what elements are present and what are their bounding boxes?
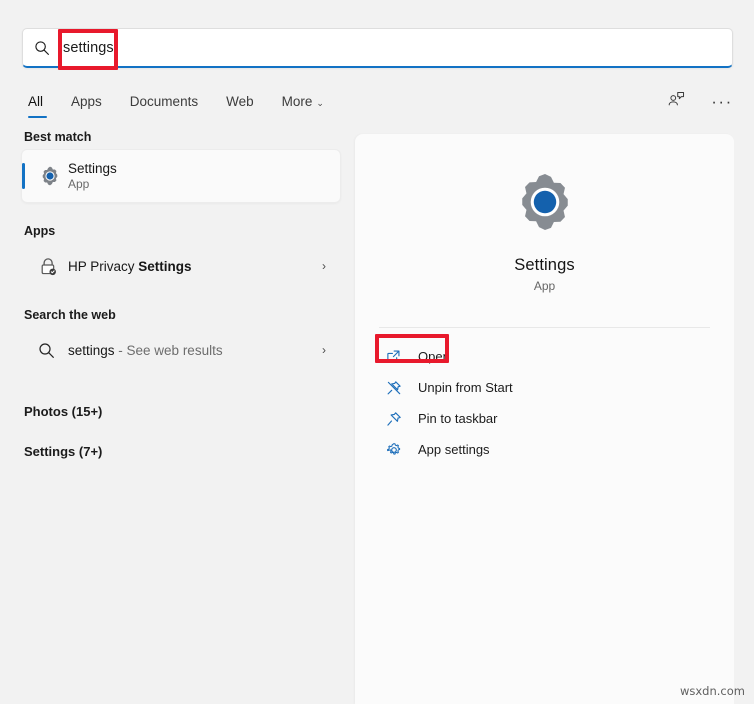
open-external-icon <box>385 349 402 364</box>
toolbar-actions: ··· <box>662 88 736 116</box>
section-heading-search-the-web: Search the web <box>24 308 350 322</box>
watermark: wsxdn.com <box>680 684 745 698</box>
preview-panel: Settings App Open <box>355 134 734 704</box>
open-action[interactable]: Open <box>355 341 734 372</box>
unpin-icon <box>385 380 402 396</box>
settings-gear-icon-large <box>510 167 580 242</box>
result-title-suffix: - See web results <box>115 343 223 358</box>
result-title: settings - See web results <box>68 342 223 359</box>
link-settings-count[interactable]: Settings (7+) <box>24 444 350 459</box>
open-action-label: Open <box>418 349 450 364</box>
preview-app-name: Settings <box>514 256 574 275</box>
tab-more[interactable]: More⌄ <box>268 92 338 119</box>
result-text-group: Settings App <box>68 160 117 192</box>
search-box[interactable]: settings <box>22 28 733 68</box>
pin-to-taskbar-label: Pin to taskbar <box>418 411 498 426</box>
result-subtitle: App <box>68 177 117 192</box>
preview-divider <box>379 327 710 328</box>
app-settings-label: App settings <box>418 442 490 457</box>
app-settings-action[interactable]: App settings <box>355 434 734 465</box>
tab-apps-label: Apps <box>71 94 102 109</box>
pin-to-taskbar-action[interactable]: Pin to taskbar <box>355 403 734 434</box>
result-title-match: Settings <box>138 259 191 274</box>
chevron-down-icon: ⌄ <box>316 98 324 108</box>
search-query-text: settings <box>63 40 114 56</box>
result-title: Settings <box>68 160 117 177</box>
person-speech-bubble-icon <box>667 90 686 114</box>
tab-apps[interactable]: Apps <box>57 92 116 119</box>
settings-gear-icon <box>38 164 68 188</box>
section-heading-apps: Apps <box>24 224 350 238</box>
tab-all[interactable]: All <box>24 92 57 119</box>
result-row-hp-privacy-settings[interactable]: HP Privacy Settings › <box>22 244 340 288</box>
more-options-button[interactable]: ··· <box>708 88 736 116</box>
unpin-from-start-action[interactable]: Unpin from Start <box>355 372 734 403</box>
search-icon <box>23 40 61 56</box>
result-row-settings-best-match[interactable]: Settings App <box>22 150 340 202</box>
search-icon <box>38 342 68 359</box>
preview-header: Settings App <box>355 134 734 293</box>
tab-documents-label: Documents <box>130 94 198 109</box>
result-row-web-search[interactable]: settings - See web results › <box>22 328 340 372</box>
tab-more-label: More <box>282 94 313 109</box>
chevron-right-icon[interactable]: › <box>322 343 326 357</box>
unpin-from-start-label: Unpin from Start <box>418 380 513 395</box>
padlock-privacy-icon <box>38 256 68 277</box>
result-title-prefix: settings <box>68 343 115 358</box>
tab-web[interactable]: Web <box>212 92 268 119</box>
preview-actions: Open Unpin from Start <box>355 341 734 465</box>
tab-documents[interactable]: Documents <box>116 92 212 119</box>
preview-app-kind: App <box>534 279 555 293</box>
result-text-group: settings - See web results <box>68 342 223 359</box>
search-input-value[interactable]: settings <box>61 40 116 56</box>
gear-icon <box>385 442 402 458</box>
section-heading-best-match: Best match <box>24 130 350 144</box>
pin-icon <box>385 411 402 427</box>
filter-tabs: All Apps Documents Web More⌄ <box>24 92 338 119</box>
tab-all-label: All <box>28 94 43 109</box>
feedback-button[interactable] <box>662 88 690 116</box>
result-text-group: HP Privacy Settings <box>68 258 192 275</box>
result-title-prefix: HP Privacy <box>68 259 138 274</box>
text-caret <box>115 40 116 55</box>
link-photos-count[interactable]: Photos (15+) <box>24 404 350 419</box>
ellipsis-icon: ··· <box>711 98 732 106</box>
result-title: HP Privacy Settings <box>68 258 192 275</box>
tab-web-label: Web <box>226 94 254 109</box>
results-list: Best match Settings App Apps <box>0 130 350 704</box>
windows-search-flyout: settings All Apps Documents Web More⌄ ··… <box>0 0 754 704</box>
chevron-right-icon[interactable]: › <box>322 259 326 273</box>
